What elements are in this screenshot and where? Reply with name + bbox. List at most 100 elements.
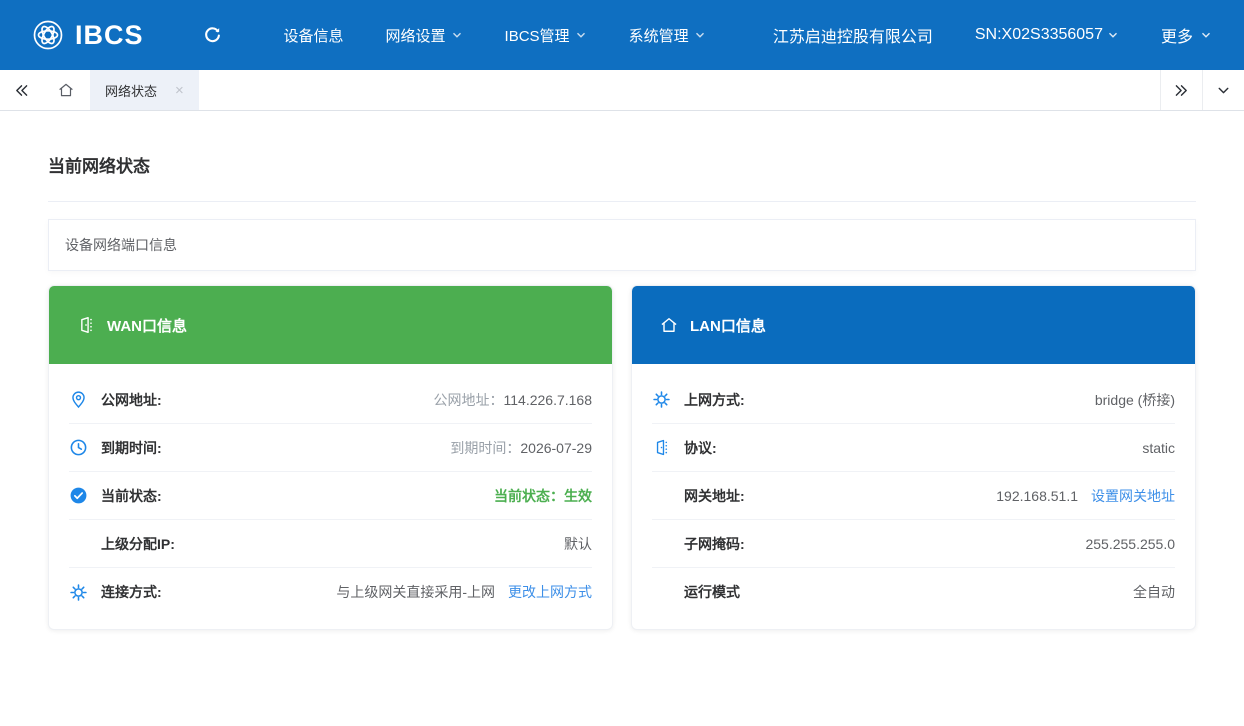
value-prefix: 当前状态： xyxy=(494,486,564,506)
nav-item-4[interactable]: 系统管理 xyxy=(608,0,727,70)
check-circle-icon xyxy=(69,486,88,505)
row-value: 192.168.51.1 xyxy=(996,488,1078,504)
row-label: 连接方式: xyxy=(101,582,162,602)
row-value: 与上级网关直接采用-上网 xyxy=(336,582,495,602)
nav-item-label: 系统管理 xyxy=(629,25,689,46)
home-tab-icon[interactable] xyxy=(42,70,90,110)
title-divider xyxy=(48,201,1196,202)
panel-title: 设备网络端口信息 xyxy=(65,235,177,255)
scroll-tabs-right-icon[interactable] xyxy=(1160,70,1202,110)
company-name: 江苏启迪控股有限公司 xyxy=(773,23,933,47)
page-title: 当前网络状态 xyxy=(48,155,1196,179)
more-dropdown[interactable]: 更多 xyxy=(1161,23,1212,47)
refresh-icon[interactable] xyxy=(202,25,223,46)
nav-item-label: 网络设置 xyxy=(386,25,446,46)
row-label: 子网掩码: xyxy=(684,534,745,554)
chevron-down-icon xyxy=(1107,29,1119,41)
tab-network-status[interactable]: 网络状态 × xyxy=(90,70,199,110)
tabbar-spacer xyxy=(199,70,1160,110)
row-right: 当前状态：生效 xyxy=(494,486,592,506)
row-action-link[interactable]: 更改上网方式 xyxy=(508,582,592,602)
row-right: 默认 xyxy=(564,534,592,554)
wan-card: WAN口信息公网地址: 公网地址：114.226.7.168 到期时间: 到期时间：2… xyxy=(48,285,613,630)
home-icon xyxy=(659,315,679,335)
info-row: 网关地址: 192.168.51.1 设置网关地址 xyxy=(652,472,1175,520)
serial-number-text: SN:X02S3356057 xyxy=(975,26,1103,44)
info-row: 连接方式: 与上级网关直接采用-上网更改上网方式 xyxy=(69,568,592,616)
serial-number-dropdown[interactable]: SN:X02S3356057 xyxy=(975,26,1119,44)
info-row: 上网方式: bridge (桥接) xyxy=(652,376,1175,424)
tab-bar: 网络状态 × xyxy=(0,70,1244,111)
row-value: 全自动 xyxy=(1133,582,1175,602)
wan-card-header: WAN口信息 xyxy=(49,286,612,364)
row-value: bridge (桥接) xyxy=(1095,390,1175,410)
row-value: static xyxy=(1142,440,1175,456)
card-title: LAN口信息 xyxy=(690,315,766,336)
info-row: 子网掩码: 255.255.255.0 xyxy=(652,520,1175,568)
info-row: 上级分配IP: 默认 xyxy=(69,520,592,568)
collapse-sidebar-icon[interactable] xyxy=(0,70,42,110)
row-right: 与上级网关直接采用-上网更改上网方式 xyxy=(336,582,592,602)
close-tab-icon[interactable]: × xyxy=(175,83,184,98)
value-prefix: 公网地址： xyxy=(434,390,504,410)
row-right: bridge (桥接) xyxy=(1095,390,1175,410)
info-row: 协议: static xyxy=(652,424,1175,472)
row-label: 协议: xyxy=(684,438,717,458)
nav-item-label: IBCS管理 xyxy=(505,25,570,46)
row-value: 2026-07-29 xyxy=(520,440,592,456)
brand-text: IBCS xyxy=(75,20,144,51)
row-value: 255.255.255.0 xyxy=(1085,536,1175,552)
tab-options-chevron-icon[interactable] xyxy=(1202,70,1244,110)
row-action-link[interactable]: 设置网关地址 xyxy=(1091,486,1175,506)
ibcs-logo-icon xyxy=(30,17,66,53)
info-row: 到期时间: 到期时间：2026-07-29 xyxy=(69,424,592,472)
navbar-right: 江苏启迪控股有限公司 SN:X02S3356057 更多 xyxy=(773,23,1212,47)
nav-item-2[interactable]: 网络设置 xyxy=(365,0,484,70)
gear-icon xyxy=(69,583,88,602)
device-port-info-panel: 设备网络端口信息 xyxy=(48,219,1196,271)
card-title: WAN口信息 xyxy=(107,315,187,336)
port-icon xyxy=(652,438,671,457)
row-right: 255.255.255.0 xyxy=(1085,536,1175,552)
row-right: static xyxy=(1142,440,1175,456)
row-label: 当前状态: xyxy=(101,486,162,506)
info-row: 公网地址: 公网地址：114.226.7.168 xyxy=(69,376,592,424)
top-navbar: IBCS 设备信息网络设置 IBCS管理 系统管理 江苏启迪控股有限公司 SN:X0… xyxy=(0,0,1244,70)
lan-card-body: 上网方式: bridge (桥接) 协议: static 网关地址: 192.168.51… xyxy=(632,364,1195,629)
gear-icon xyxy=(652,390,671,409)
lan-card: LAN口信息上网方式: bridge (桥接) 协议: static 网关地址: 192.… xyxy=(631,285,1196,630)
row-label: 到期时间: xyxy=(101,438,162,458)
more-label: 更多 xyxy=(1161,23,1193,47)
icon-placeholder xyxy=(652,486,671,505)
info-cards: WAN口信息公网地址:公网地址：114.226.7.168到期时间:到期时间：2… xyxy=(48,285,1196,630)
nav-item-3[interactable]: IBCS管理 xyxy=(484,0,608,70)
info-row: 当前状态: 当前状态：生效 xyxy=(69,472,592,520)
chevron-down-icon xyxy=(575,29,587,41)
wan-card-body: 公网地址: 公网地址：114.226.7.168 到期时间: 到期时间：2026-07… xyxy=(49,364,612,629)
clock-icon xyxy=(69,438,88,457)
icon-placeholder xyxy=(652,583,671,602)
info-row: 运行模式 全自动 xyxy=(652,568,1175,616)
chevron-down-icon xyxy=(694,29,706,41)
row-value: 生效 xyxy=(564,486,592,506)
lan-card-header: LAN口信息 xyxy=(632,286,1195,364)
main-menu: 设备信息网络设置 IBCS管理 系统管理 xyxy=(263,0,727,70)
row-right: 192.168.51.1 设置网关地址 xyxy=(996,486,1175,506)
row-label: 运行模式 xyxy=(684,582,740,602)
row-label: 上网方式: xyxy=(684,390,745,410)
icon-placeholder xyxy=(652,534,671,553)
brand[interactable]: IBCS xyxy=(30,17,144,53)
row-right: 到期时间：2026-07-29 xyxy=(450,438,592,458)
chevron-down-icon xyxy=(451,29,463,41)
row-right: 公网地址：114.226.7.168 xyxy=(434,390,593,410)
row-label: 上级分配IP: xyxy=(101,534,175,554)
row-label: 公网地址: xyxy=(101,390,162,410)
nav-item-1[interactable]: 设备信息 xyxy=(263,0,365,70)
row-value: 114.226.7.168 xyxy=(504,392,593,408)
row-right: 全自动 xyxy=(1133,582,1175,602)
chevron-down-icon xyxy=(1200,29,1212,41)
page-content: 当前网络状态 设备网络端口信息 WAN口信息公网地址: 公网地址：114.226.… xyxy=(0,155,1244,630)
icon-placeholder xyxy=(69,534,88,553)
value-prefix: 到期时间： xyxy=(450,438,520,458)
row-label: 网关地址: xyxy=(684,486,745,506)
